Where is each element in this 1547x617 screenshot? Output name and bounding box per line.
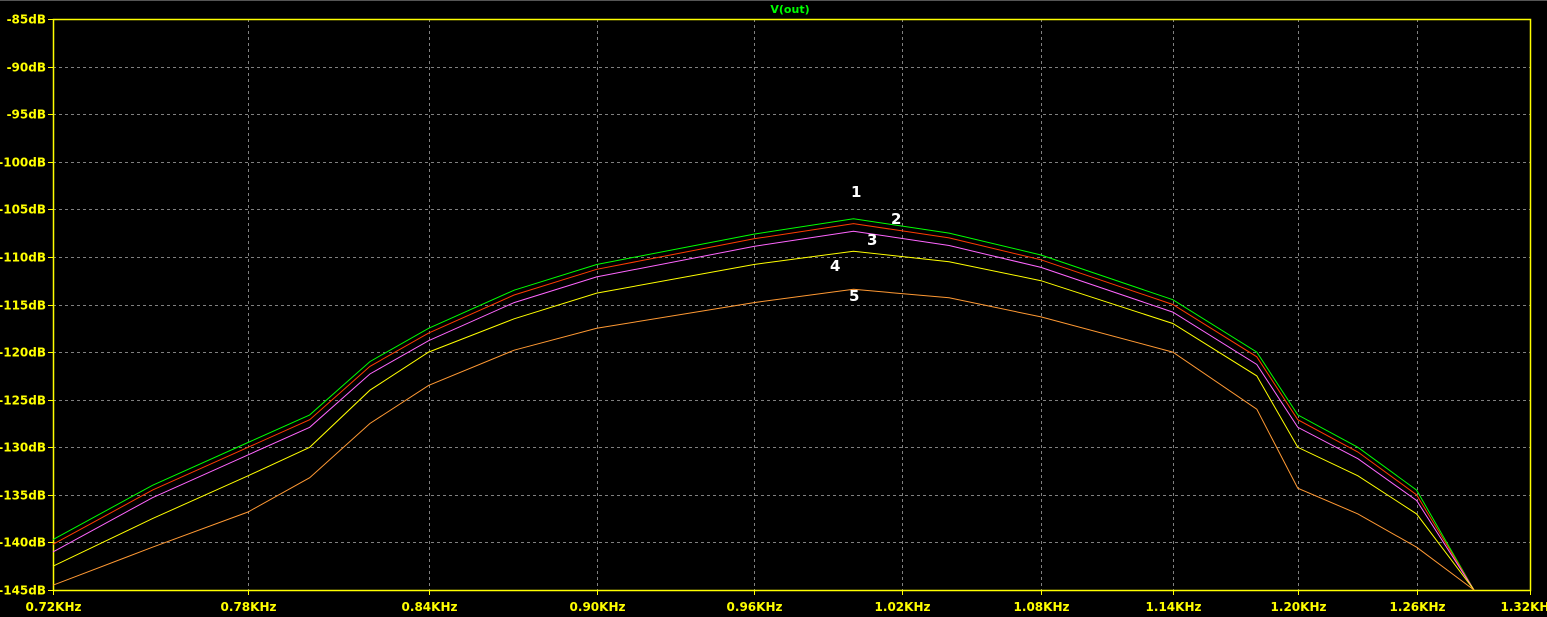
y-tick-label: -125dB	[0, 394, 46, 408]
series-line-2[interactable]	[52, 223, 1475, 591]
series-line-4[interactable]	[52, 250, 1475, 591]
series-lines	[52, 218, 1475, 591]
axes	[48, 18, 1532, 595]
x-tick-label: 1.02KHz	[875, 600, 931, 614]
trace-label-1: 1	[851, 183, 861, 201]
x-tick-label: 0.90KHz	[570, 600, 626, 614]
y-tick-label: -100dB	[0, 156, 46, 170]
trace-label-2: 2	[891, 210, 901, 228]
y-tick-label: -95dB	[7, 108, 46, 122]
waveform-plot[interactable]: -85dB -90dB -95dB -100dB -105dB -110dB -115dB -…	[0, 0, 1547, 617]
y-tick-label: -115dB	[0, 299, 46, 313]
y-tick-label: -105dB	[0, 203, 46, 217]
x-tick-label: 0.84KHz	[402, 600, 458, 614]
y-tick-label: -130dB	[0, 441, 46, 455]
x-tick-label: 1.14KHz	[1146, 600, 1202, 614]
series-line-1[interactable]	[52, 218, 1475, 591]
x-tick-label: 0.78KHz	[221, 600, 277, 614]
y-tick-label: -110dB	[0, 251, 46, 265]
x-tick-label: 0.96KHz	[727, 600, 783, 614]
trace-label-3: 3	[867, 231, 877, 249]
x-tick-label: 0.72KHz	[26, 600, 82, 614]
x-tick-label: 1.20KHz	[1271, 600, 1327, 614]
trace-label-5: 5	[849, 287, 859, 305]
y-tick-label: -135dB	[0, 489, 46, 503]
x-tick-label: 1.08KHz	[1014, 600, 1070, 614]
y-tick-label: -145dB	[0, 584, 46, 598]
series-line-3[interactable]	[52, 230, 1475, 591]
y-tick-label: -85dB	[7, 13, 46, 27]
tick-labels: -85dB -90dB -95dB -100dB -105dB -110dB -115dB -…	[0, 13, 1547, 615]
trace-label-4: 4	[830, 257, 840, 275]
x-tick-label: 1.26KHz	[1390, 600, 1446, 614]
y-tick-label: -140dB	[0, 536, 46, 550]
grid	[53, 19, 1530, 590]
chart-title: V(out)	[770, 3, 809, 16]
y-tick-label: -90dB	[7, 61, 46, 75]
y-tick-label: -120dB	[0, 346, 46, 360]
x-tick-label: 1.32KH	[1501, 600, 1547, 614]
